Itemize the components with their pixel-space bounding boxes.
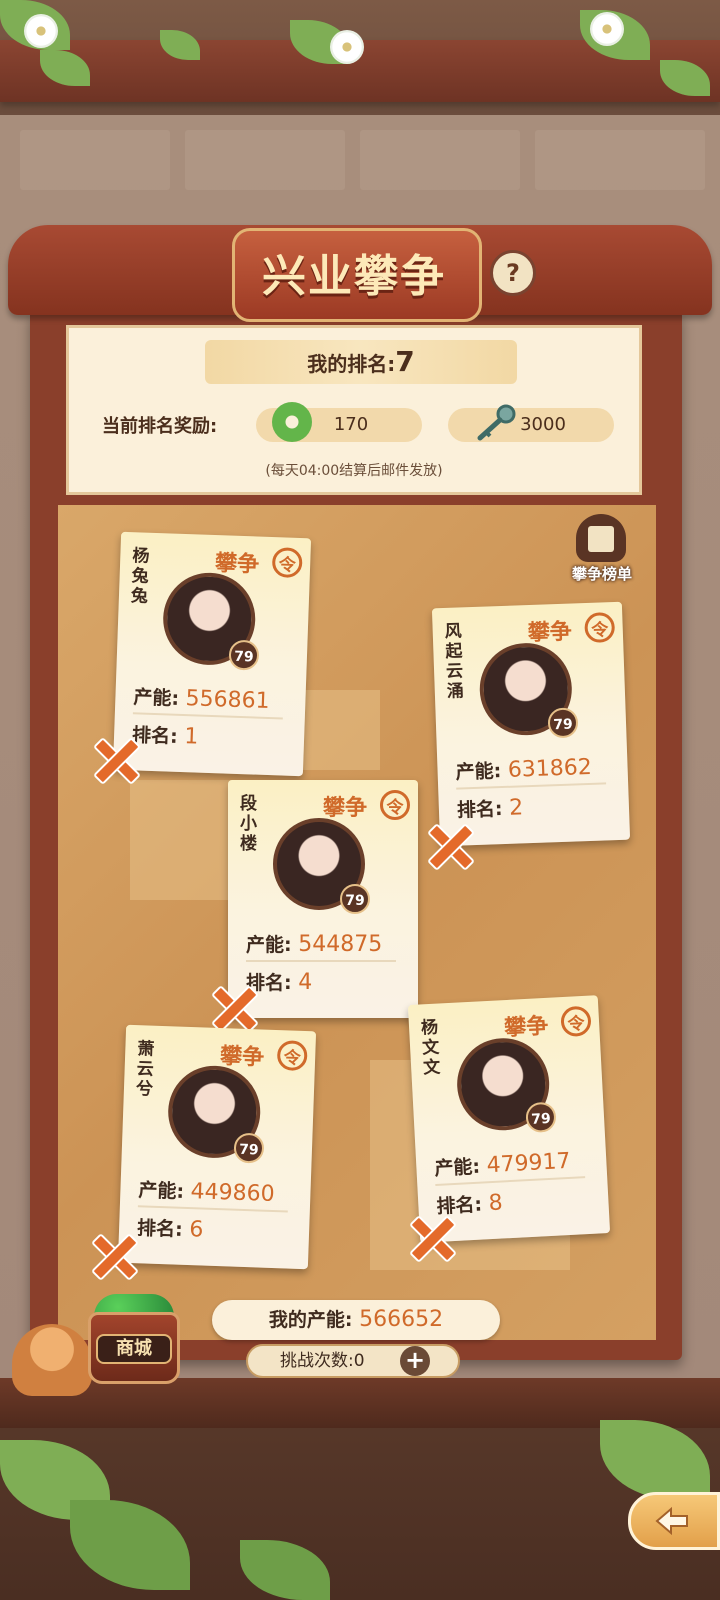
rank-label: 排名: — [136, 1217, 184, 1241]
my-power-value: 566652 — [359, 1307, 444, 1332]
page-title: 兴业攀争 — [262, 251, 446, 302]
leaderboard-label: 攀争榜单 — [571, 565, 632, 583]
rank-value: 8 — [487, 1190, 504, 1217]
back-arrow-icon — [655, 1506, 688, 1536]
challenge-tag: 攀争 — [527, 618, 573, 647]
flower-decoration — [24, 14, 58, 48]
wall-brick — [20, 130, 170, 190]
power-row: 产能: 631862 — [455, 753, 592, 785]
power-label: 产能: — [138, 1179, 185, 1203]
level-badge: 79 — [228, 639, 260, 671]
reward-note: (每天04:00结算后邮件发放) — [265, 463, 443, 479]
rank-value: 4 — [298, 970, 313, 995]
jade-coin-icon — [272, 402, 312, 442]
background-paper — [300, 690, 380, 770]
rank-row: 排名: 6 — [137, 1213, 204, 1242]
order-stamp-icon: 令 — [560, 1005, 592, 1038]
challenge-tag: 攀争 — [503, 1012, 549, 1042]
crossed-swords-icon[interactable] — [420, 816, 476, 872]
my-rank-banner: 我的排名:7 — [205, 340, 517, 384]
order-stamp-icon: 令 — [276, 1040, 308, 1072]
rank-value: 1 — [183, 724, 199, 750]
opponent-name: 杨文文 — [420, 1017, 441, 1079]
crossed-swords-icon[interactable] — [84, 1226, 140, 1282]
power-value: 556861 — [185, 686, 271, 715]
power-row: 产能: 479917 — [434, 1147, 571, 1181]
wall-brick — [360, 130, 520, 190]
opponent-card[interactable]: 杨文文 攀争 令 79 产能: 479917 排名: 8 — [407, 995, 611, 1243]
opponent-card[interactable]: 风起云涌 攀争 令 79 产能: 631862 排名: 2 — [431, 601, 631, 847]
opponent-name: 杨兔兔 — [130, 546, 150, 607]
reward-amount: 170 — [333, 414, 369, 435]
power-label: 产能: — [455, 760, 502, 784]
order-stamp-icon: 令 — [271, 547, 303, 579]
opponent-card[interactable]: 杨兔兔 攀争 令 79 产能: 556861 排名: 1 — [112, 531, 312, 777]
power-label: 产能: — [433, 1155, 481, 1180]
back-button[interactable] — [628, 1492, 720, 1550]
order-stamp-icon: 令 — [380, 790, 410, 820]
help-button[interactable]: ? — [490, 250, 536, 296]
opponent-card[interactable]: 萧云兮 攀争 令 79 产能: 449860 排名: 6 — [117, 1024, 317, 1270]
challenge-tag: 攀争 — [323, 795, 368, 821]
opponent-name: 段小楼 — [240, 794, 257, 854]
divider — [246, 960, 396, 962]
power-value: 449860 — [190, 1179, 276, 1208]
my-power-banner: 我的产能: 566652 — [212, 1300, 500, 1340]
power-row: 产能: 556861 — [133, 682, 270, 714]
level-badge: 79 — [525, 1101, 557, 1134]
wall-brick — [185, 130, 345, 190]
my-rank-label: 我的排名: — [307, 352, 396, 376]
level-badge: 79 — [340, 884, 370, 914]
reward-label: 当前排名奖励: — [102, 416, 218, 437]
add-challenge-button[interactable]: + — [400, 1346, 430, 1376]
rank-value: 6 — [188, 1217, 204, 1243]
cat-mascot — [12, 1324, 92, 1396]
shop-label[interactable]: 商城 — [96, 1334, 172, 1364]
power-value: 544875 — [298, 932, 383, 957]
level-badge: 79 — [547, 707, 579, 739]
flower-decoration — [330, 30, 364, 64]
opponent-name: 风起云涌 — [444, 621, 465, 702]
power-row: 产能: 544875 — [246, 930, 382, 957]
question-icon: ? — [506, 259, 520, 287]
level-badge: 79 — [233, 1132, 265, 1164]
power-row: 产能: 449860 — [138, 1175, 275, 1207]
crossed-swords-icon[interactable] — [402, 1208, 458, 1264]
power-value: 631862 — [507, 754, 593, 783]
order-stamp-icon: 令 — [584, 612, 616, 644]
key-icon — [477, 404, 516, 441]
rank-value: 2 — [508, 795, 524, 821]
wall-brick — [535, 130, 705, 190]
scroll-list-icon — [576, 514, 626, 562]
crossed-swords-icon[interactable] — [204, 978, 260, 1034]
power-label: 产能: — [133, 686, 180, 710]
flower-decoration — [590, 12, 624, 46]
my-rank-value: 7 — [395, 345, 415, 378]
crossed-swords-icon[interactable] — [86, 730, 142, 786]
my-power-label: 我的产能: — [268, 1309, 353, 1331]
opponent-name: 萧云兮 — [135, 1039, 155, 1100]
power-label: 产能: — [246, 934, 292, 956]
power-value: 479917 — [485, 1148, 572, 1179]
